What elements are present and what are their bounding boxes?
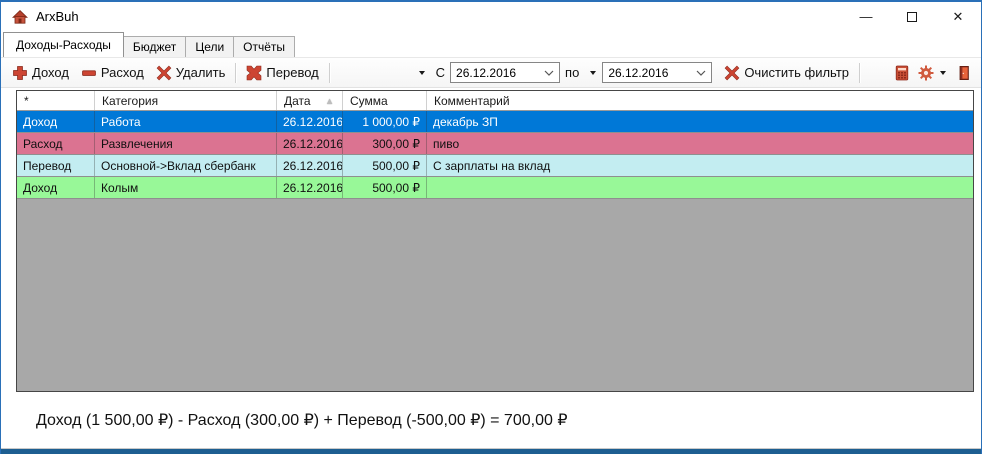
exit-button[interactable] bbox=[952, 63, 976, 83]
column-header-comment[interactable]: Комментарий bbox=[427, 91, 973, 110]
from-date-dropdown-caret[interactable] bbox=[419, 71, 425, 75]
cell-amount: 500,00 ₽ bbox=[343, 177, 427, 198]
clear-filter-label: Очистить фильтр bbox=[744, 65, 849, 80]
column-header-category[interactable]: Категория bbox=[95, 91, 277, 110]
summary-bar: Доход (1 500,00 ₽) - Расход (300,00 ₽) +… bbox=[1, 392, 981, 448]
cell-category: Развлечения bbox=[95, 133, 277, 154]
to-date-dropdown-caret[interactable] bbox=[590, 71, 596, 75]
to-date-label: по bbox=[565, 65, 579, 80]
delete-button-label: Удалить bbox=[176, 65, 226, 80]
settings-dropdown-caret[interactable] bbox=[940, 71, 946, 75]
cell-date: 26.12.2016 bbox=[277, 133, 343, 154]
window-controls: — ✕ bbox=[843, 2, 981, 31]
toolbar: Доход Расход Удалить bbox=[1, 57, 981, 88]
cell-date: 26.12.2016 bbox=[277, 111, 343, 132]
maximize-icon bbox=[907, 12, 917, 22]
cell-type: Перевод bbox=[17, 155, 95, 176]
summary-text: Доход (1 500,00 ₽) - Расход (300,00 ₽) +… bbox=[36, 410, 568, 430]
income-button-label: Доход bbox=[32, 65, 69, 80]
cell-category: Основной->Вклад сбербанк bbox=[95, 155, 277, 176]
chevron-down-icon bbox=[544, 70, 554, 76]
cell-type: Доход bbox=[17, 177, 95, 198]
table-header: * Категория Дата ▲ Сумма Комментарий bbox=[17, 91, 973, 111]
expense-button[interactable]: Расход bbox=[75, 61, 150, 85]
calculator-icon bbox=[894, 65, 910, 81]
to-date-value: 26.12.2016 bbox=[608, 66, 668, 80]
column-header-date[interactable]: Дата ▲ bbox=[277, 91, 343, 110]
table-row[interactable]: Расход Развлечения 26.12.2016 300,00 ₽ п… bbox=[17, 133, 973, 155]
clear-filter-x-icon bbox=[724, 65, 740, 81]
table-row[interactable]: Перевод Основной->Вклад сбербанк 26.12.2… bbox=[17, 155, 973, 177]
tab-budget[interactable]: Бюджет bbox=[123, 36, 186, 57]
titlebar: ArxBuh — ✕ bbox=[1, 2, 981, 31]
app-window: ArxBuh — ✕ Доходы-Расходы Бюджет Цели От… bbox=[0, 0, 982, 454]
cell-comment: пиво bbox=[427, 133, 973, 154]
income-button[interactable]: Доход bbox=[6, 61, 75, 85]
cell-date: 26.12.2016 bbox=[277, 155, 343, 176]
gear-icon bbox=[918, 65, 934, 81]
cell-comment bbox=[427, 177, 973, 198]
column-header-amount[interactable]: Сумма bbox=[343, 91, 427, 110]
maximize-button[interactable] bbox=[889, 2, 935, 31]
minimize-button[interactable]: — bbox=[843, 2, 889, 31]
cell-type: Расход bbox=[17, 133, 95, 154]
door-icon bbox=[956, 65, 972, 81]
tabstrip: Доходы-Расходы Бюджет Цели Отчёты bbox=[1, 31, 981, 57]
tab-goals[interactable]: Цели bbox=[185, 36, 234, 57]
table-row[interactable]: Доход Колым 26.12.2016 500,00 ₽ bbox=[17, 177, 973, 199]
cell-type: Доход bbox=[17, 111, 95, 132]
cell-amount: 1 000,00 ₽ bbox=[343, 111, 427, 132]
plus-icon bbox=[12, 65, 28, 81]
transfer-button[interactable]: Перевод bbox=[240, 61, 324, 85]
window-bottom-border bbox=[1, 448, 981, 454]
from-date-label: С bbox=[436, 65, 445, 80]
settings-button[interactable] bbox=[914, 63, 952, 83]
expense-button-label: Расход bbox=[101, 65, 144, 80]
cell-comment: С зарплаты на вклад bbox=[427, 155, 973, 176]
tab-incomes-expenses[interactable]: Доходы-Расходы bbox=[3, 32, 124, 57]
toolbar-separator bbox=[329, 63, 330, 83]
delete-button[interactable]: Удалить bbox=[150, 61, 232, 85]
transfer-button-label: Перевод bbox=[266, 65, 318, 80]
cell-amount: 500,00 ₽ bbox=[343, 155, 427, 176]
transactions-table: * Категория Дата ▲ Сумма Комментарий Дох… bbox=[16, 90, 974, 392]
window-title: ArxBuh bbox=[36, 9, 79, 24]
cell-date: 26.12.2016 bbox=[277, 177, 343, 198]
sort-ascending-icon: ▲ bbox=[325, 96, 334, 106]
cell-amount: 300,00 ₽ bbox=[343, 133, 427, 154]
transfer-arrows-icon bbox=[246, 65, 262, 81]
to-date-combobox[interactable]: 26.12.2016 bbox=[602, 62, 712, 83]
minus-icon bbox=[81, 65, 97, 81]
close-button[interactable]: ✕ bbox=[935, 2, 981, 31]
cell-category: Колым bbox=[95, 177, 277, 198]
cell-comment: декабрь ЗП bbox=[427, 111, 973, 132]
toolbar-separator bbox=[859, 63, 860, 83]
house-icon bbox=[12, 9, 28, 25]
calculator-button[interactable] bbox=[890, 63, 914, 83]
tab-reports[interactable]: Отчёты bbox=[233, 36, 295, 57]
clear-filter-button[interactable]: Очистить фильтр bbox=[718, 61, 855, 85]
chevron-down-icon bbox=[696, 70, 706, 76]
cell-category: Работа bbox=[95, 111, 277, 132]
delete-x-icon bbox=[156, 65, 172, 81]
from-date-value: 26.12.2016 bbox=[456, 66, 516, 80]
close-icon: ✕ bbox=[953, 9, 964, 25]
minimize-icon: — bbox=[860, 9, 873, 24]
toolbar-separator bbox=[235, 63, 236, 83]
from-date-combobox[interactable]: 26.12.2016 bbox=[450, 62, 560, 83]
column-header-type[interactable]: * bbox=[17, 91, 95, 110]
table-row[interactable]: Доход Работа 26.12.2016 1 000,00 ₽ декаб… bbox=[17, 111, 973, 133]
